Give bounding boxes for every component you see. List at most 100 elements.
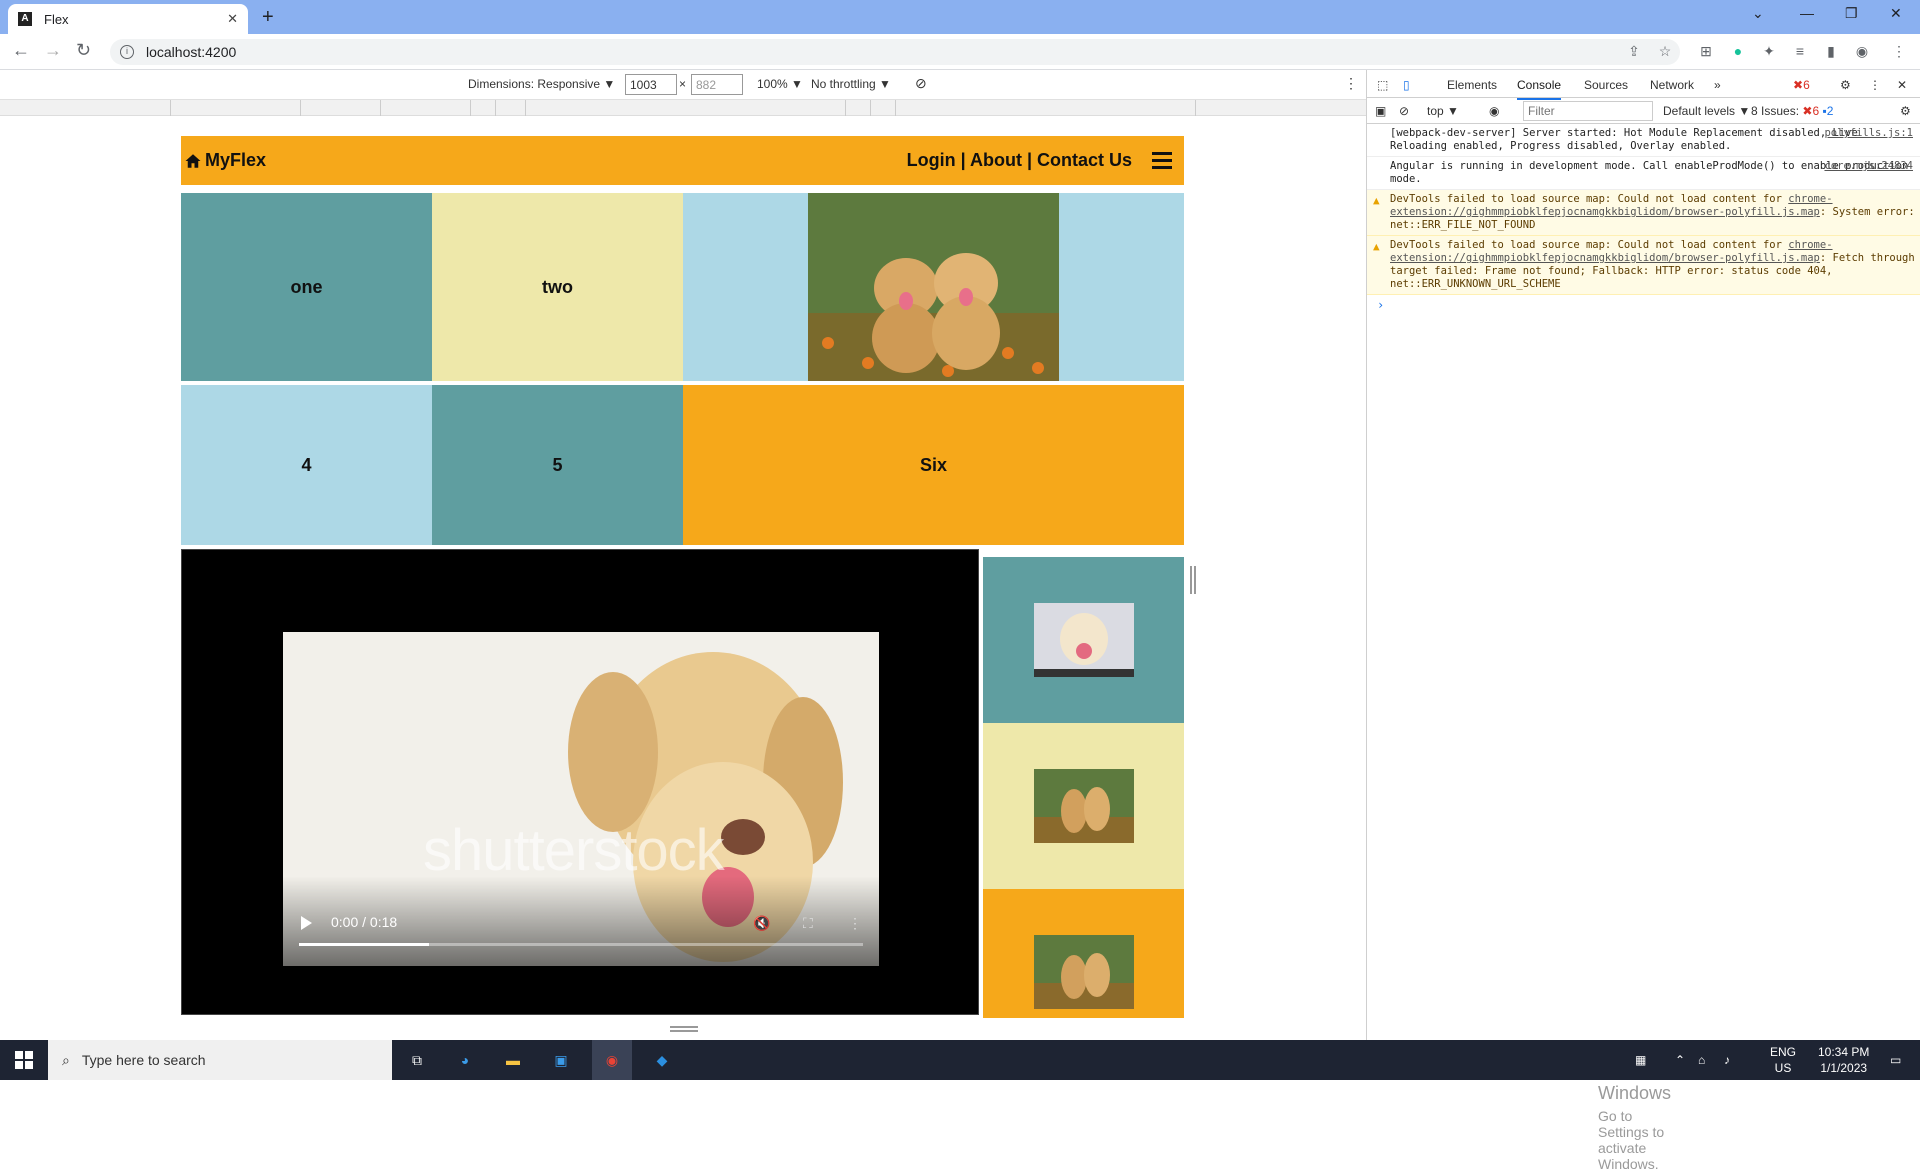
lang-line-1: ENG xyxy=(1770,1045,1797,1059)
reload-icon[interactable]: ↻ xyxy=(76,40,91,61)
throttle-select[interactable]: No throttling ▼ xyxy=(811,77,891,91)
flex-app: MyFlex Login | About | Contact Us one tw… xyxy=(181,136,1184,1018)
eye-icon[interactable]: ◉ xyxy=(1489,104,1499,118)
vscode-icon[interactable]: ◆ xyxy=(642,1040,682,1080)
play-icon[interactable] xyxy=(301,916,312,930)
hamburger-menu-icon[interactable] xyxy=(1152,152,1172,169)
taskbar-search-input[interactable]: ⌕ Type here to search xyxy=(48,1040,392,1080)
clock[interactable]: 10:34 PM 1/1/2023 xyxy=(1818,1044,1869,1076)
rotate-icon[interactable]: ⊘ xyxy=(915,75,927,92)
browser-tab[interactable]: A Flex ✕ xyxy=(8,4,248,34)
brand[interactable]: MyFlex xyxy=(184,150,266,171)
video-controls: 0:00 / 0:18 🔇 ⛶ ⋮ xyxy=(283,876,879,966)
times-label: × xyxy=(679,77,687,91)
network-icon[interactable]: ⌂ xyxy=(1698,1052,1705,1068)
tab-network[interactable]: Network xyxy=(1650,78,1694,92)
warning-icon: ▲ xyxy=(1373,194,1380,207)
console-prompt[interactable]: › xyxy=(1367,295,1920,315)
message-text: [webpack-dev-server] Server started: Hot… xyxy=(1390,127,1858,152)
error-badge[interactable]: ✖6 xyxy=(1793,78,1810,92)
language-indicator[interactable]: ENG US xyxy=(1770,1044,1796,1076)
side-thumb-1 xyxy=(983,557,1184,723)
device-toggle-icon[interactable]: ▯ xyxy=(1403,78,1410,92)
keyboard-icon[interactable]: ▦ xyxy=(1635,1052,1646,1068)
settings-gear-icon[interactable]: ⚙ xyxy=(1840,78,1851,92)
notifications-icon[interactable]: ▭ xyxy=(1890,1052,1901,1068)
issues-label[interactable]: 8 Issues: ✖6 ▪2 xyxy=(1751,104,1833,118)
tab-console[interactable]: Console xyxy=(1517,78,1562,100)
inspect-icon[interactable]: ⬚ xyxy=(1377,78,1388,92)
chrome-taskbar-icon[interactable]: ◉ xyxy=(592,1040,632,1080)
devtools-panel: ⬚ ▯ Elements Console Sources Network » ✖… xyxy=(1366,70,1920,1040)
address-bar: ← → ↻ i localhost:4200 ⇪ ☆ ⊞ ● ✦ ≡ ▮ ◉ ⋮ xyxy=(0,34,1920,70)
cell-one-label: one xyxy=(290,276,323,297)
file-explorer-icon[interactable]: ▬ xyxy=(496,1040,530,1080)
store-icon[interactable]: ▣ xyxy=(544,1040,578,1080)
nav-links-text[interactable]: Login | About | Contact Us xyxy=(907,150,1132,171)
video-time: 0:00 / 0:18 xyxy=(331,914,398,930)
cell-five-label: 5 xyxy=(552,454,563,475)
media-icon[interactable]: ≡ xyxy=(1791,43,1809,61)
cell-six: Six xyxy=(683,385,1184,545)
bookmark-star-icon[interactable]: ☆ xyxy=(1656,43,1674,61)
media-query-ruler xyxy=(0,100,1366,116)
close-tab-icon[interactable]: ✕ xyxy=(227,11,238,27)
fullscreen-icon[interactable]: ⛶ xyxy=(803,915,813,932)
tab-search-icon[interactable]: ⌄ xyxy=(1752,5,1764,22)
devtools-tabs: ⬚ ▯ Elements Console Sources Network » ✖… xyxy=(1367,70,1920,100)
restore-icon[interactable]: ❐ xyxy=(1845,5,1858,22)
tab-sources[interactable]: Sources xyxy=(1584,78,1628,92)
share-icon[interactable]: ⇪ xyxy=(1625,43,1643,61)
side-thumb-3 xyxy=(983,889,1184,1018)
more-tabs-icon[interactable]: » xyxy=(1714,78,1721,92)
close-window-icon[interactable]: ✕ xyxy=(1890,5,1902,22)
profile-avatar[interactable]: ◉ xyxy=(1853,43,1871,61)
info-icon[interactable]: i xyxy=(120,45,134,59)
log-levels-select[interactable]: Default levels ▼ xyxy=(1663,104,1750,118)
message-source-link[interactable]: polyfills.js:1 xyxy=(1824,127,1913,140)
puzzle-extensions-icon[interactable]: ✦ xyxy=(1760,43,1778,61)
url-text: localhost:4200 xyxy=(146,44,237,60)
task-view-icon[interactable]: ⧉ xyxy=(400,1040,434,1080)
video-more-icon[interactable]: ⋮ xyxy=(848,915,862,932)
back-icon[interactable]: ← xyxy=(12,40,30,61)
sidebar-toggle-icon[interactable]: ▣ xyxy=(1375,104,1386,118)
side-panel-icon[interactable]: ▮ xyxy=(1822,43,1840,61)
dimensions-select[interactable]: Dimensions: Responsive ▼ xyxy=(468,77,615,91)
devtools-menu-icon[interactable]: ⋮ xyxy=(1869,78,1881,92)
message-source-link[interactable]: core.mjs:24834 xyxy=(1824,160,1913,173)
search-icon: ⌕ xyxy=(62,1051,70,1068)
video-player[interactable]: shutterstock 0:00 / 0:18 🔇 ⛶ ⋮ xyxy=(283,632,879,966)
extension-icon[interactable]: ⊞ xyxy=(1697,43,1715,61)
windows-start-icon[interactable] xyxy=(0,1040,48,1080)
console-settings-icon[interactable]: ⚙ xyxy=(1900,104,1911,118)
minimize-icon[interactable]: — xyxy=(1800,5,1814,21)
clear-console-icon[interactable]: ⊘ xyxy=(1399,104,1409,118)
volume-tray-icon[interactable]: ♪ xyxy=(1724,1052,1730,1068)
chrome-menu-icon[interactable]: ⋮ xyxy=(1890,43,1908,61)
new-tab-button[interactable]: + xyxy=(262,6,274,29)
tab-title: Flex xyxy=(44,11,69,27)
viewport-resize-handle-right[interactable] xyxy=(1190,566,1196,594)
height-input[interactable]: 882 xyxy=(691,74,743,95)
console-message: polyfills.js:1 [webpack-dev-server] Serv… xyxy=(1367,124,1920,157)
video-progress-bar[interactable] xyxy=(299,943,863,946)
context-select[interactable]: top ▼ xyxy=(1427,104,1459,118)
console-warning: ▲ DevTools failed to load source map: Co… xyxy=(1367,190,1920,236)
console-filter-input[interactable] xyxy=(1523,101,1653,121)
device-toolbar-menu-icon[interactable]: ⋮ xyxy=(1344,75,1358,92)
volume-icon[interactable]: 🔇 xyxy=(753,915,770,932)
viewport-resize-handle-bottom[interactable] xyxy=(670,1026,698,1032)
zoom-select[interactable]: 100% ▼ xyxy=(757,77,803,91)
width-input[interactable]: 1003 xyxy=(625,74,677,95)
clock-time: 10:34 PM xyxy=(1818,1045,1870,1059)
cell-image xyxy=(683,193,1184,381)
video-watermark: shutterstock xyxy=(423,818,725,883)
edge-icon[interactable]: ◕ xyxy=(448,1040,482,1080)
tray-chevron-icon[interactable]: ⌃ xyxy=(1675,1052,1685,1068)
forward-icon[interactable]: → xyxy=(44,40,62,61)
grammarly-icon[interactable]: ● xyxy=(1729,43,1747,61)
tab-elements[interactable]: Elements xyxy=(1447,78,1497,92)
close-devtools-icon[interactable]: ✕ xyxy=(1897,78,1907,92)
url-input[interactable]: i localhost:4200 xyxy=(110,39,1680,65)
